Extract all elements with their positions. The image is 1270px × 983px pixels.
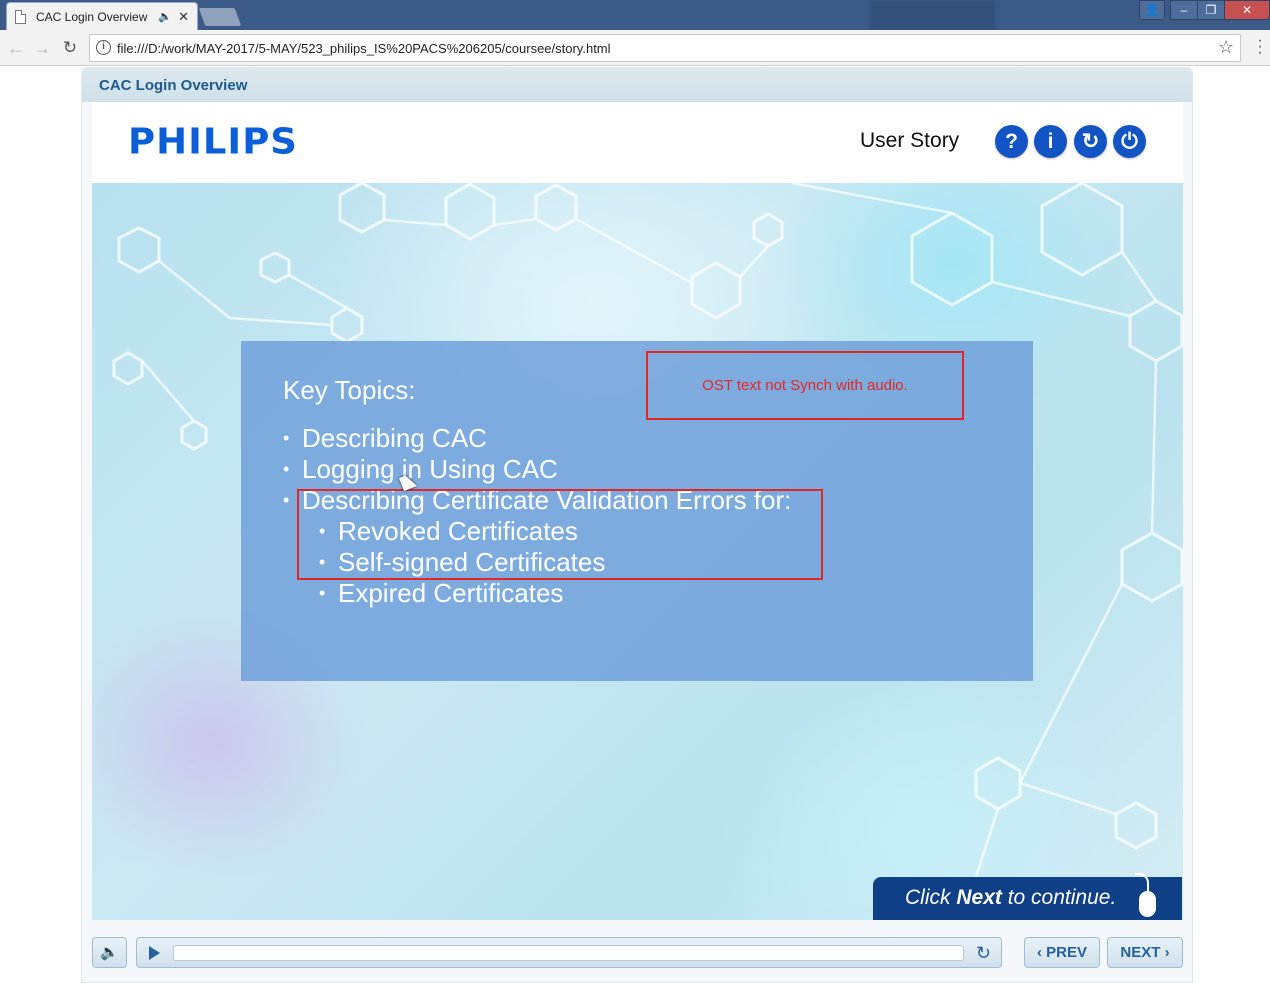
blurred-window-title <box>340 8 640 24</box>
user-story-label: User Story <box>860 129 960 152</box>
browser-toolbar: ← → ↻ i file:///D:/work/MAY-2017/5-MAY/5… <box>0 30 1270 66</box>
blurred-taskbar-item <box>870 0 995 30</box>
highlight-annotation-box <box>297 489 823 580</box>
prev-button[interactable]: ‹ PREV <box>1024 937 1100 968</box>
user-icon[interactable]: 👤 <box>1139 0 1165 20</box>
back-arrow-icon[interactable]: ← <box>4 36 28 60</box>
bullet-icon: • <box>283 428 290 448</box>
power-icon[interactable]: ⏻ <box>1113 125 1146 158</box>
help-icon[interactable]: ? <box>995 125 1028 158</box>
seekbar[interactable] <box>173 945 964 961</box>
menu-dots-icon[interactable]: · · · <box>1256 33 1264 61</box>
document-icon <box>15 9 26 24</box>
course-header: PHILIPS User Story ? i ↻ ⏻ <box>92 102 1183 183</box>
restore-icon[interactable]: ❐ <box>1197 0 1225 20</box>
player-titlebar: CAC Login Overview <box>82 68 1192 102</box>
course-player: CAC Login Overview PHILIPS User Story ? … <box>81 67 1193 983</box>
forward-arrow-icon[interactable]: → <box>30 36 54 60</box>
review-annotation-text: OST text not Synch with audio. <box>702 377 908 394</box>
play-icon[interactable] <box>149 946 160 960</box>
refresh-icon[interactable]: ↻ <box>1074 125 1107 158</box>
minimize-icon[interactable]: – <box>1170 0 1198 20</box>
list-item: • Logging in Using CAC <box>283 454 558 484</box>
reload-icon[interactable]: ↻ <box>58 36 82 60</box>
bullet-icon: • <box>319 583 326 603</box>
address-bar[interactable]: i file:///D:/work/MAY-2017/5-MAY/523_phi… <box>89 34 1241 62</box>
seekbar-container: ↻ <box>136 937 1002 968</box>
replay-icon[interactable]: ↻ <box>976 943 991 964</box>
continue-text: Click Next to continue. <box>905 886 1117 909</box>
review-annotation-box: OST text not Synch with audio. <box>646 351 964 420</box>
continue-banner: Click Next to continue. <box>873 873 1182 920</box>
window-close-icon[interactable]: ✕ <box>1224 0 1270 20</box>
url-text[interactable]: file:///D:/work/MAY-2017/5-MAY/523_phili… <box>117 41 611 56</box>
playback-controls: 🔈 ↻ ‹ PREV NEXT › <box>82 926 1192 976</box>
list-item: • Describing CAC <box>283 423 487 453</box>
speaker-icon[interactable]: 🔈 <box>158 10 172 23</box>
tab-title: CAC Login Overview <box>36 9 148 24</box>
sub-list-item: • Expired Certificates <box>319 578 564 608</box>
browser-tab[interactable]: CAC Login Overview 🔈 ✕ <box>6 2 198 30</box>
philips-logo: PHILIPS <box>128 121 298 162</box>
new-tab-button[interactable] <box>198 8 242 26</box>
info-icon[interactable]: i <box>96 40 111 55</box>
tab-close-icon[interactable]: ✕ <box>178 9 189 25</box>
bullet-icon: • <box>283 459 290 479</box>
browser-titlebar: CAC Login Overview 🔈 ✕ 👤 – ❐ ✕ <box>0 0 1270 30</box>
window-controls: 👤 – ❐ ✕ <box>1139 0 1270 22</box>
slide-stage: Key Topics: • Describing CAC • Logging in … <box>92 183 1183 920</box>
star-icon[interactable]: ☆ <box>1218 37 1234 58</box>
mouse-icon <box>1139 891 1156 917</box>
info-icon[interactable]: i <box>1034 125 1067 158</box>
next-button[interactable]: NEXT › <box>1107 937 1183 968</box>
course-title: CAC Login Overview <box>99 77 248 94</box>
key-topics-heading: Key Topics: <box>283 375 416 405</box>
chevron-right-icon: › <box>1160 944 1170 961</box>
chevron-left-icon: ‹ <box>1036 944 1047 961</box>
volume-button[interactable]: 🔈 <box>92 937 127 968</box>
speaker-icon: 🔈 <box>100 944 119 961</box>
